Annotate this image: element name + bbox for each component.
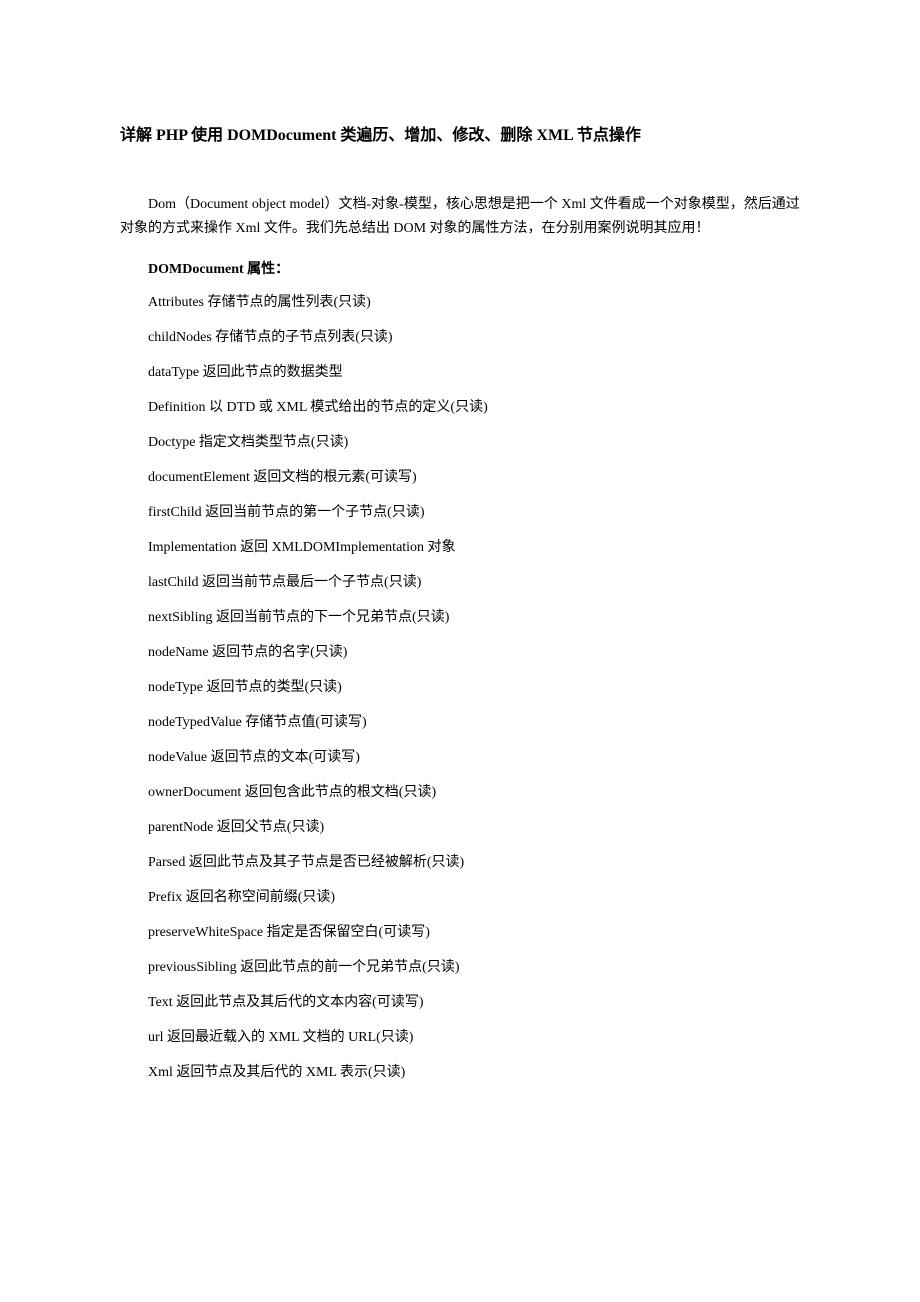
property-line: Xml 返回节点及其后代的 XML 表示(只读) xyxy=(120,1062,800,1083)
property-line: firstChild 返回当前节点的第一个子节点(只读) xyxy=(120,502,800,523)
page-title: 详解 PHP 使用 DOMDocument 类遍历、增加、修改、删除 XML 节… xyxy=(120,121,800,145)
property-line: documentElement 返回文档的根元素(可读写) xyxy=(120,467,800,488)
property-line: nodeType 返回节点的类型(只读) xyxy=(120,677,800,698)
property-line: parentNode 返回父节点(只读) xyxy=(120,817,800,838)
property-line: Text 返回此节点及其后代的文本内容(可读写) xyxy=(120,992,800,1013)
property-line: lastChild 返回当前节点最后一个子节点(只读) xyxy=(120,572,800,593)
intro-paragraph: Dom（Document object model）文档-对象-模型，核心思想是… xyxy=(120,193,800,241)
property-line: preserveWhiteSpace 指定是否保留空白(可读写) xyxy=(120,922,800,943)
property-line: dataType 返回此节点的数据类型 xyxy=(120,362,800,383)
section-heading: DOMDocument 属性： xyxy=(120,258,800,278)
property-line: Definition 以 DTD 或 XML 模式给出的节点的定义(只读) xyxy=(120,397,800,418)
property-line: ownerDocument 返回包含此节点的根文档(只读) xyxy=(120,782,800,803)
document-page: 详解 PHP 使用 DOMDocument 类遍历、增加、修改、删除 XML 节… xyxy=(0,0,920,1302)
property-line: childNodes 存储节点的子节点列表(只读) xyxy=(120,327,800,348)
property-line: Parsed 返回此节点及其子节点是否已经被解析(只读) xyxy=(120,852,800,873)
property-line: Attributes 存储节点的属性列表(只读) xyxy=(120,292,800,313)
property-line: Implementation 返回 XMLDOMImplementation 对… xyxy=(120,537,800,558)
property-line: nodeTypedValue 存储节点值(可读写) xyxy=(120,712,800,733)
property-line: Prefix 返回名称空间前缀(只读) xyxy=(120,887,800,908)
property-line: url 返回最近载入的 XML 文档的 URL(只读) xyxy=(120,1027,800,1048)
property-line: previousSibling 返回此节点的前一个兄弟节点(只读) xyxy=(120,957,800,978)
property-line: nodeName 返回节点的名字(只读) xyxy=(120,642,800,663)
property-line: nodeValue 返回节点的文本(可读写) xyxy=(120,747,800,768)
property-line: Doctype 指定文档类型节点(只读) xyxy=(120,432,800,453)
property-line: nextSibling 返回当前节点的下一个兄弟节点(只读) xyxy=(120,607,800,628)
